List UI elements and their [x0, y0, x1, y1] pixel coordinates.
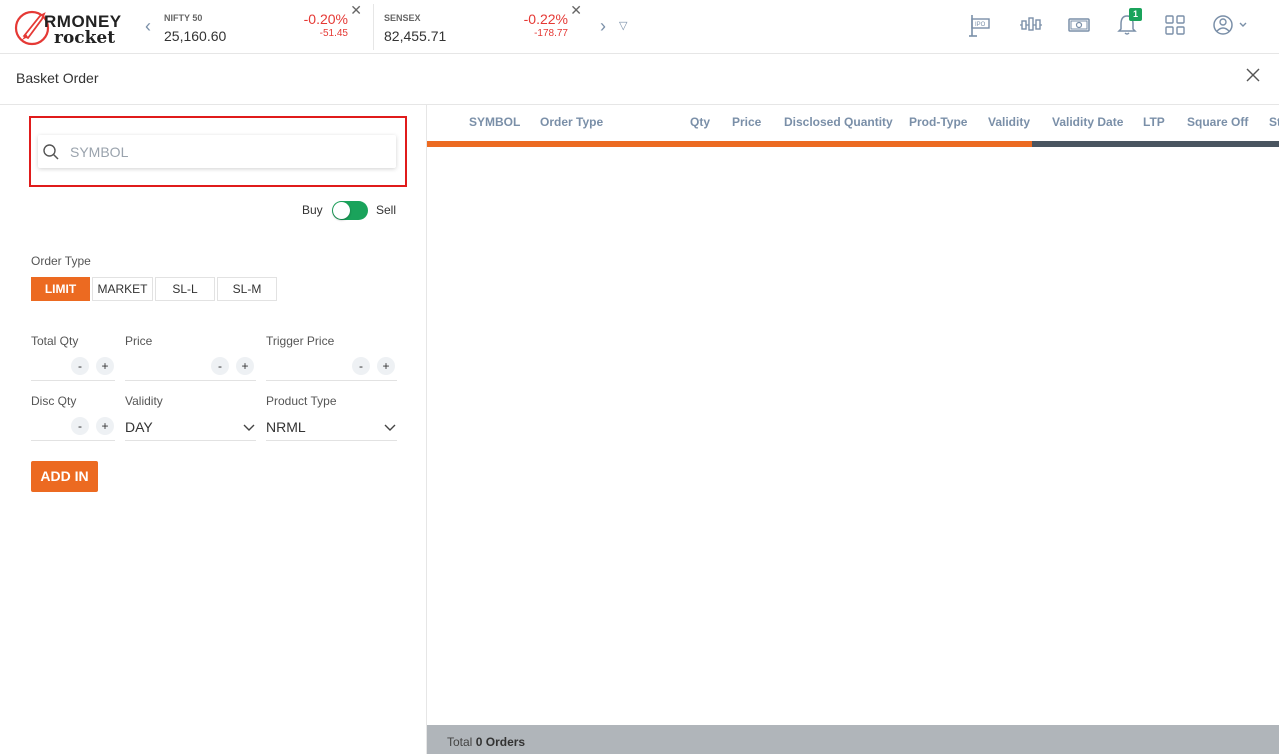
trigger-price-increment-button[interactable]: + — [377, 357, 395, 375]
total-qty-increment-button[interactable]: + — [96, 357, 114, 375]
order-type-market-button[interactable]: MARKET — [92, 277, 153, 301]
disc-qty-increment-button[interactable]: + — [96, 417, 114, 435]
scrollbar-thumb[interactable] — [427, 141, 1032, 147]
ticker-close-icon[interactable]: ✕ — [570, 2, 582, 19]
close-icon[interactable] — [1244, 66, 1262, 84]
candlestick-icon[interactable] — [1018, 12, 1044, 38]
price-label: Price — [125, 334, 153, 348]
column-header-validity[interactable]: Validity — [988, 115, 1030, 129]
ticker-price: 25,160.60 — [164, 28, 227, 44]
column-header-prod-type[interactable]: Prod-Type — [909, 115, 967, 129]
buy-label: Buy — [302, 203, 323, 217]
svg-text:IPO: IPO — [975, 22, 986, 28]
ticker-close-icon[interactable]: ✕ — [350, 2, 362, 19]
notification-badge: 1 — [1129, 8, 1142, 21]
column-header-qty[interactable]: Qty — [690, 115, 710, 129]
symbol-search-input[interactable] — [70, 141, 370, 163]
price-field[interactable]: - + — [125, 355, 256, 381]
page-title: Basket Order — [16, 70, 99, 86]
validity-select[interactable]: DAY — [125, 415, 256, 441]
validity-label: Validity — [125, 394, 163, 408]
cash-icon[interactable] — [1066, 12, 1092, 38]
horizontal-scrollbar[interactable] — [427, 141, 1279, 147]
ticker-percent-change: -0.20% — [303, 11, 348, 27]
trigger-price-field[interactable]: - + — [266, 355, 397, 381]
trigger-price-label: Trigger Price — [266, 334, 335, 348]
chevron-down-icon — [243, 424, 255, 431]
ticker-name: NIFTY 50 — [164, 13, 203, 23]
total-orders-count: 0 — [475, 735, 483, 749]
symbol-search-box[interactable] — [38, 135, 396, 168]
column-header-validity-date[interactable]: Validity Date — [1052, 115, 1123, 129]
total-qty-decrement-button[interactable]: - — [71, 357, 89, 375]
total-qty-field[interactable]: - + — [31, 355, 115, 381]
column-header-square-off[interactable]: Square Off — [1187, 115, 1248, 129]
order-type-sl-l-button[interactable]: SL-L — [155, 277, 215, 301]
search-icon — [43, 144, 59, 160]
basket-order-header: Basket Order — [0, 54, 1279, 105]
disc-qty-decrement-button[interactable]: - — [71, 417, 89, 435]
order-entry-panel: Buy Sell Order Type LIMIT MARKET SL-L SL… — [0, 105, 427, 754]
ticker-name: SENSEX — [384, 13, 421, 23]
ticker-point-change: -178.77 — [534, 28, 568, 39]
ticker-price: 82,455.71 — [384, 28, 447, 44]
order-type-label: Order Type — [31, 254, 91, 268]
price-increment-button[interactable]: + — [236, 357, 254, 375]
ticker-divider — [373, 4, 374, 50]
ticker-point-change: -51.45 — [319, 28, 348, 39]
chevron-down-icon — [384, 424, 396, 431]
ipo-icon[interactable]: IPO — [967, 12, 993, 38]
total-prefix: Total — [447, 735, 473, 749]
sell-label: Sell — [376, 203, 397, 217]
disc-qty-label: Disc Qty — [31, 394, 77, 408]
ticker-sensex[interactable]: SENSEX 82,455.71 -0.22% -178.77 ✕ — [384, 2, 582, 48]
rmoney-rocket-logo[interactable]: RMONEY rocket — [14, 6, 136, 48]
ticker-next-icon[interactable]: › — [600, 16, 606, 37]
table-header: SYMBOL Order Type Qty Price Disclosed Qu… — [427, 105, 1279, 143]
top-navbar: RMONEY rocket ‹ NIFTY 50 25,160.60 -0.20… — [0, 0, 1279, 54]
price-decrement-button[interactable]: - — [211, 357, 229, 375]
brand-line-2: rocket — [54, 28, 116, 48]
order-type-sl-m-button[interactable]: SL-M — [217, 277, 277, 301]
ticker-nifty[interactable]: NIFTY 50 25,160.60 -0.20% -51.45 ✕ — [164, 2, 362, 48]
column-header-price[interactable]: Price — [732, 115, 761, 129]
user-account-icon[interactable] — [1210, 12, 1250, 38]
total-qty-label: Total Qty — [31, 334, 79, 348]
basket-orders-table: SYMBOL Order Type Qty Price Disclosed Qu… — [427, 105, 1279, 754]
product-type-label: Product Type — [266, 394, 337, 408]
total-orders-suffix: Orders — [485, 735, 526, 749]
column-header-symbol[interactable]: SYMBOL — [469, 115, 520, 129]
apps-grid-icon[interactable] — [1162, 12, 1188, 38]
column-header-status[interactable]: St — [1269, 115, 1279, 129]
buy-sell-toggle[interactable] — [332, 201, 368, 220]
orders-footer: Total 0 Orders — [427, 725, 1279, 754]
column-header-order-type[interactable]: Order Type — [540, 115, 603, 129]
order-type-limit-button[interactable]: LIMIT — [31, 277, 90, 301]
disc-qty-field[interactable]: - + — [31, 415, 115, 441]
ticker-prev-icon[interactable]: ‹ — [145, 16, 151, 37]
product-type-value: NRML — [266, 419, 306, 435]
total-orders-text: Total 0 Orders — [447, 735, 525, 749]
ticker-dropdown-icon[interactable]: ▽ — [619, 19, 627, 32]
column-header-ltp[interactable]: LTP — [1143, 115, 1165, 129]
add-in-button[interactable]: ADD IN — [31, 461, 98, 492]
validity-value: DAY — [125, 419, 153, 435]
ticker-percent-change: -0.22% — [523, 11, 568, 27]
toggle-knob — [333, 202, 350, 219]
trigger-price-decrement-button[interactable]: - — [352, 357, 370, 375]
product-type-select[interactable]: NRML — [266, 415, 397, 441]
column-header-disclosed-quantity[interactable]: Disclosed Quantity — [784, 115, 893, 129]
